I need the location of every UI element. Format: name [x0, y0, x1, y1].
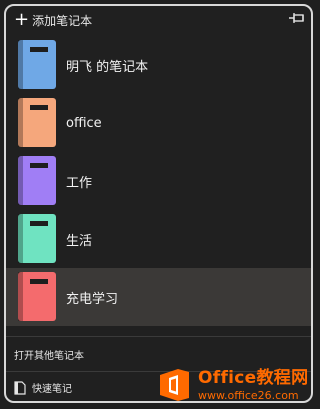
quick-notes-button[interactable]: 快速笔记 [14, 380, 72, 395]
pin-icon[interactable] [289, 12, 305, 24]
notebook-icon [18, 98, 56, 147]
site-watermark: Office教程网 www.office26.com [156, 362, 311, 402]
notebook-icon [18, 214, 56, 263]
watermark-url: www.office26.com [198, 388, 299, 402]
notebook-item-2[interactable]: 工作 [6, 152, 311, 210]
notebook-icon [18, 40, 56, 89]
plus-icon: + [14, 9, 30, 30]
add-notebook-label: 添加笔记本 [32, 13, 93, 28]
quick-notes-icon [14, 380, 26, 395]
panel-header: + 添加笔记本 [6, 6, 311, 36]
notebook-item-1[interactable]: office [6, 94, 311, 152]
notebook-item-4[interactable]: 充电学习 [6, 268, 311, 326]
notebook-label: 明飞 的笔记本 [66, 59, 149, 75]
notebook-item-3[interactable]: 生活 [6, 210, 311, 268]
office-logo-icon [160, 369, 189, 401]
divider [6, 336, 311, 337]
notebook-item-0[interactable]: 明飞 的笔记本 [6, 36, 311, 94]
notebook-list: 明飞 的笔记本 office 工作 生活 充电学习 [6, 36, 311, 326]
notebook-label: 生活 [66, 233, 93, 249]
notebook-label: 工作 [66, 175, 93, 191]
notebook-label: 充电学习 [66, 291, 119, 307]
quick-notes-label: 快速笔记 [32, 384, 72, 395]
open-other-notebooks-link[interactable]: 打开其他笔记本 [14, 347, 84, 362]
notebook-icon [18, 272, 56, 321]
notebook-picker-panel: + 添加笔记本 明飞 的笔记本 office 工作 生活 充电学习 打开其他笔记… [4, 4, 313, 403]
notebook-icon [18, 156, 56, 205]
notebook-label: office [66, 115, 102, 131]
watermark-title: Office教程网 [198, 367, 309, 388]
add-notebook-button[interactable]: + 添加笔记本 [14, 11, 92, 29]
